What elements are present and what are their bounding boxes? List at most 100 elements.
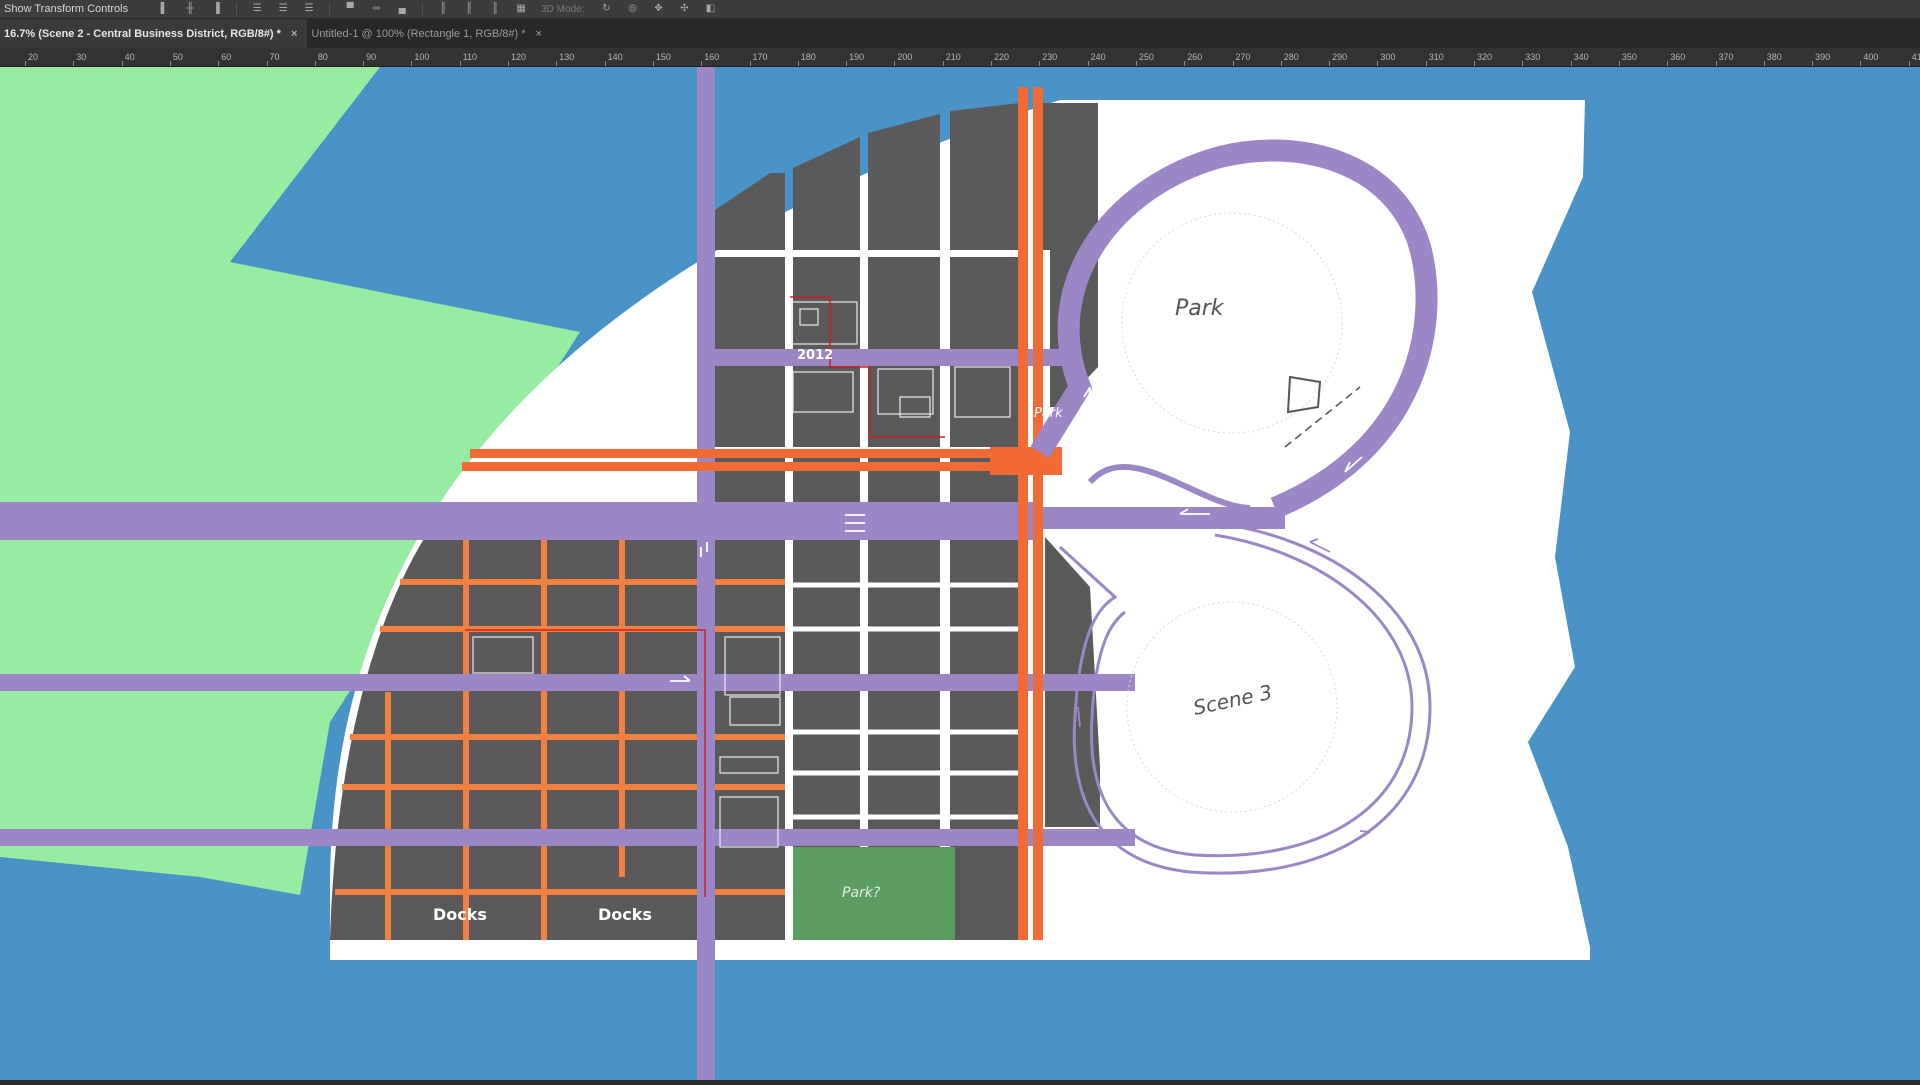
3d-pan-icon[interactable]: ✥ — [652, 4, 664, 14]
purple-road — [697, 67, 715, 1080]
ruler-tick-label: 380 — [1766, 52, 1782, 62]
ruler-tick-mark — [991, 61, 992, 66]
ruler-tick-label: 90 — [366, 52, 377, 62]
distribute-top-icon[interactable]: ║ — [437, 4, 449, 14]
ruler-tick-mark — [556, 61, 558, 66]
ruler-tick-mark — [701, 61, 703, 66]
ruler-tick-label: 170 — [752, 52, 768, 62]
align-middle-icon[interactable]: ═ — [370, 4, 382, 14]
ruler-tick-mark — [1715, 61, 1717, 66]
park-road-label: Park — [1034, 406, 1063, 421]
distribute-left-icon[interactable]: ☰ — [251, 4, 263, 14]
ruler-tick-label: 70 — [269, 52, 280, 62]
orange-road — [1018, 87, 1028, 940]
ruler-tick-mark — [1232, 61, 1234, 66]
ruler-tick-mark — [218, 61, 220, 66]
ruler-tick-label: 80 — [317, 52, 328, 62]
align-right-edges-icon[interactable]: ▐ — [210, 4, 222, 14]
align-top-icon[interactable]: ▀ — [344, 4, 356, 14]
ruler-tick-label: 350 — [1621, 52, 1637, 62]
distribute-centers-icon[interactable]: ☰ — [277, 4, 289, 14]
purple-road — [0, 829, 1135, 846]
ruler-tick-label: 110 — [462, 52, 478, 62]
horizontal-ruler[interactable]: 20 30 40 50 60 70 80 90 100 110 120 130 140 150 160 170… — [0, 48, 1920, 67]
ruler-tick-label: 60 — [221, 52, 232, 62]
city-map: Park? Docks Docks Park Park Scene 3 2012 — [0, 67, 1920, 1080]
document-canvas[interactable]: Park? Docks Docks Park Park Scene 3 2012 — [0, 67, 1920, 1080]
ruler-tick-mark — [1908, 61, 1910, 66]
ruler-tick-mark — [797, 61, 799, 66]
block — [715, 257, 785, 358]
ruler-tick-mark — [363, 61, 365, 66]
ruler-tick-mark — [1763, 61, 1765, 66]
ruler-tick-label: 370 — [1718, 52, 1734, 62]
3d-slide-icon[interactable]: ✣ — [678, 4, 690, 14]
ruler-tick-mark — [604, 61, 606, 66]
ruler-tick-label: 260 — [1187, 52, 1203, 62]
purple-road — [0, 502, 1040, 540]
block — [793, 365, 860, 447]
ruler-tick-mark — [1474, 61, 1475, 66]
block — [793, 257, 860, 358]
ruler-tick-label: 360 — [1670, 52, 1686, 62]
distribute-bottom-icon[interactable]: ║ — [489, 4, 501, 14]
close-icon[interactable]: × — [291, 28, 297, 40]
ruler-tick-mark — [1618, 61, 1620, 66]
ruler-tick-mark — [25, 61, 26, 66]
ruler-tick-label: 50 — [172, 52, 183, 62]
ruler-tick-mark — [459, 61, 461, 66]
tab-label: Untitled-1 @ 100% (Rectangle 1, RGB/8#) … — [311, 27, 526, 40]
ruler-tick-mark — [1329, 61, 1331, 66]
block — [715, 365, 785, 447]
ruler-tick-label: 120 — [511, 52, 527, 62]
toolbar-divider — [422, 3, 424, 15]
tab-untitled-1[interactable]: Untitled-1 @ 100% (Rectangle 1, RGB/8#) … — [307, 19, 552, 48]
block — [950, 257, 1020, 358]
block — [1040, 103, 1098, 250]
ruler-tick-mark — [266, 61, 268, 66]
ruler-tick-label: 310 — [1428, 52, 1444, 62]
3d-scale-icon[interactable]: ◧ — [704, 4, 716, 14]
park-label: Park — [1175, 296, 1225, 321]
docks-label: Docks — [433, 905, 487, 924]
3d-mode-label: 3D Mode: — [541, 3, 585, 15]
ruler-tick-label: 200 — [897, 52, 913, 62]
show-transform-controls-checkbox[interactable]: Show Transform Controls — [4, 3, 128, 15]
3d-roll-icon[interactable]: ◎ — [626, 4, 638, 14]
purple-road — [715, 349, 1065, 366]
distribute-right-icon[interactable]: ☰ — [303, 4, 315, 14]
ruler-tick-label: 390 — [1815, 52, 1831, 62]
ruler-tick-mark — [942, 61, 944, 66]
align-bottom-icon[interactable]: ▄ — [396, 4, 408, 14]
block — [950, 537, 1020, 940]
align-left-edges-icon[interactable]: ▌ — [158, 4, 170, 14]
block — [950, 103, 1020, 250]
document-tab-bar: 16.7% (Scene 2 - Central Business Distri… — [0, 19, 1920, 48]
ruler-tick-label: 130 — [559, 52, 575, 62]
close-icon[interactable]: × — [536, 28, 542, 40]
auto-align-icon[interactable]: ▦ — [515, 4, 527, 14]
ruler-tick-label: 180 — [800, 52, 816, 62]
ruler-tick-mark — [411, 61, 413, 66]
ruler-tick-mark — [894, 61, 896, 66]
ruler-tick-mark — [1135, 61, 1137, 66]
ruler-tick-mark — [846, 61, 848, 66]
tab-scene-2[interactable]: 16.7% (Scene 2 - Central Business Distri… — [0, 19, 308, 48]
ruler-tick-label: 240 — [1090, 52, 1106, 62]
ruler-tick-mark — [749, 61, 751, 66]
docks-label: Docks — [598, 905, 652, 924]
3d-rotate-icon[interactable]: ↻ — [600, 4, 612, 14]
ruler-tick-label: 41 — [1911, 52, 1920, 62]
distribute-middle-icon[interactable]: ║ — [463, 4, 475, 14]
ruler-tick-label: 320 — [1477, 52, 1493, 62]
ruler-tick-mark — [1667, 61, 1669, 66]
ruler-tick-mark — [1860, 61, 1862, 66]
ruler-tick-mark — [652, 61, 654, 66]
ruler-tick-label: 160 — [704, 52, 720, 62]
align-horizontal-centers-icon[interactable]: ╫ — [184, 4, 196, 14]
ruler-tick-mark — [1184, 61, 1186, 66]
ruler-tick-label: 230 — [1042, 52, 1058, 62]
toolbar-divider — [329, 3, 331, 15]
ruler-tick-label: 150 — [655, 52, 671, 62]
ruler-tick-label: 100 — [414, 52, 430, 62]
